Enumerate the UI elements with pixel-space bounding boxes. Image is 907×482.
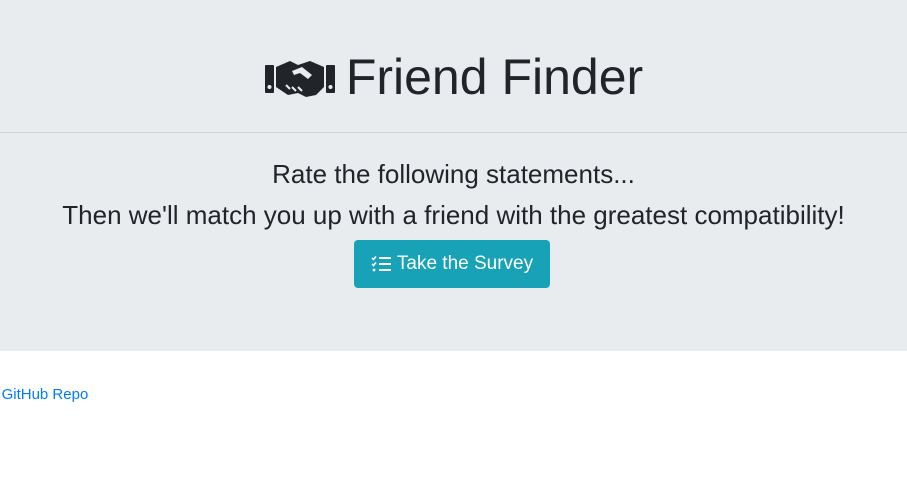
- github-repo-link[interactable]: GitHub Repo: [2, 386, 89, 403]
- jumbotron: Friend Finder Rate the following stateme…: [0, 0, 907, 351]
- lead-text-1: Rate the following statements...: [272, 159, 635, 189]
- take-survey-label: Take the Survey: [396, 253, 534, 274]
- handshake-icon: [264, 53, 336, 101]
- take-survey-button[interactable]: Take the Survey: [354, 240, 550, 288]
- lead-text-2: Then we'll match you up with a friend wi…: [62, 200, 845, 230]
- tasks-icon: [371, 255, 391, 273]
- title-row: Friend Finder: [0, 44, 907, 110]
- divider: [0, 132, 907, 133]
- footer-links: st|GitHub Repo: [0, 386, 89, 403]
- page-title: Friend Finder: [345, 49, 644, 105]
